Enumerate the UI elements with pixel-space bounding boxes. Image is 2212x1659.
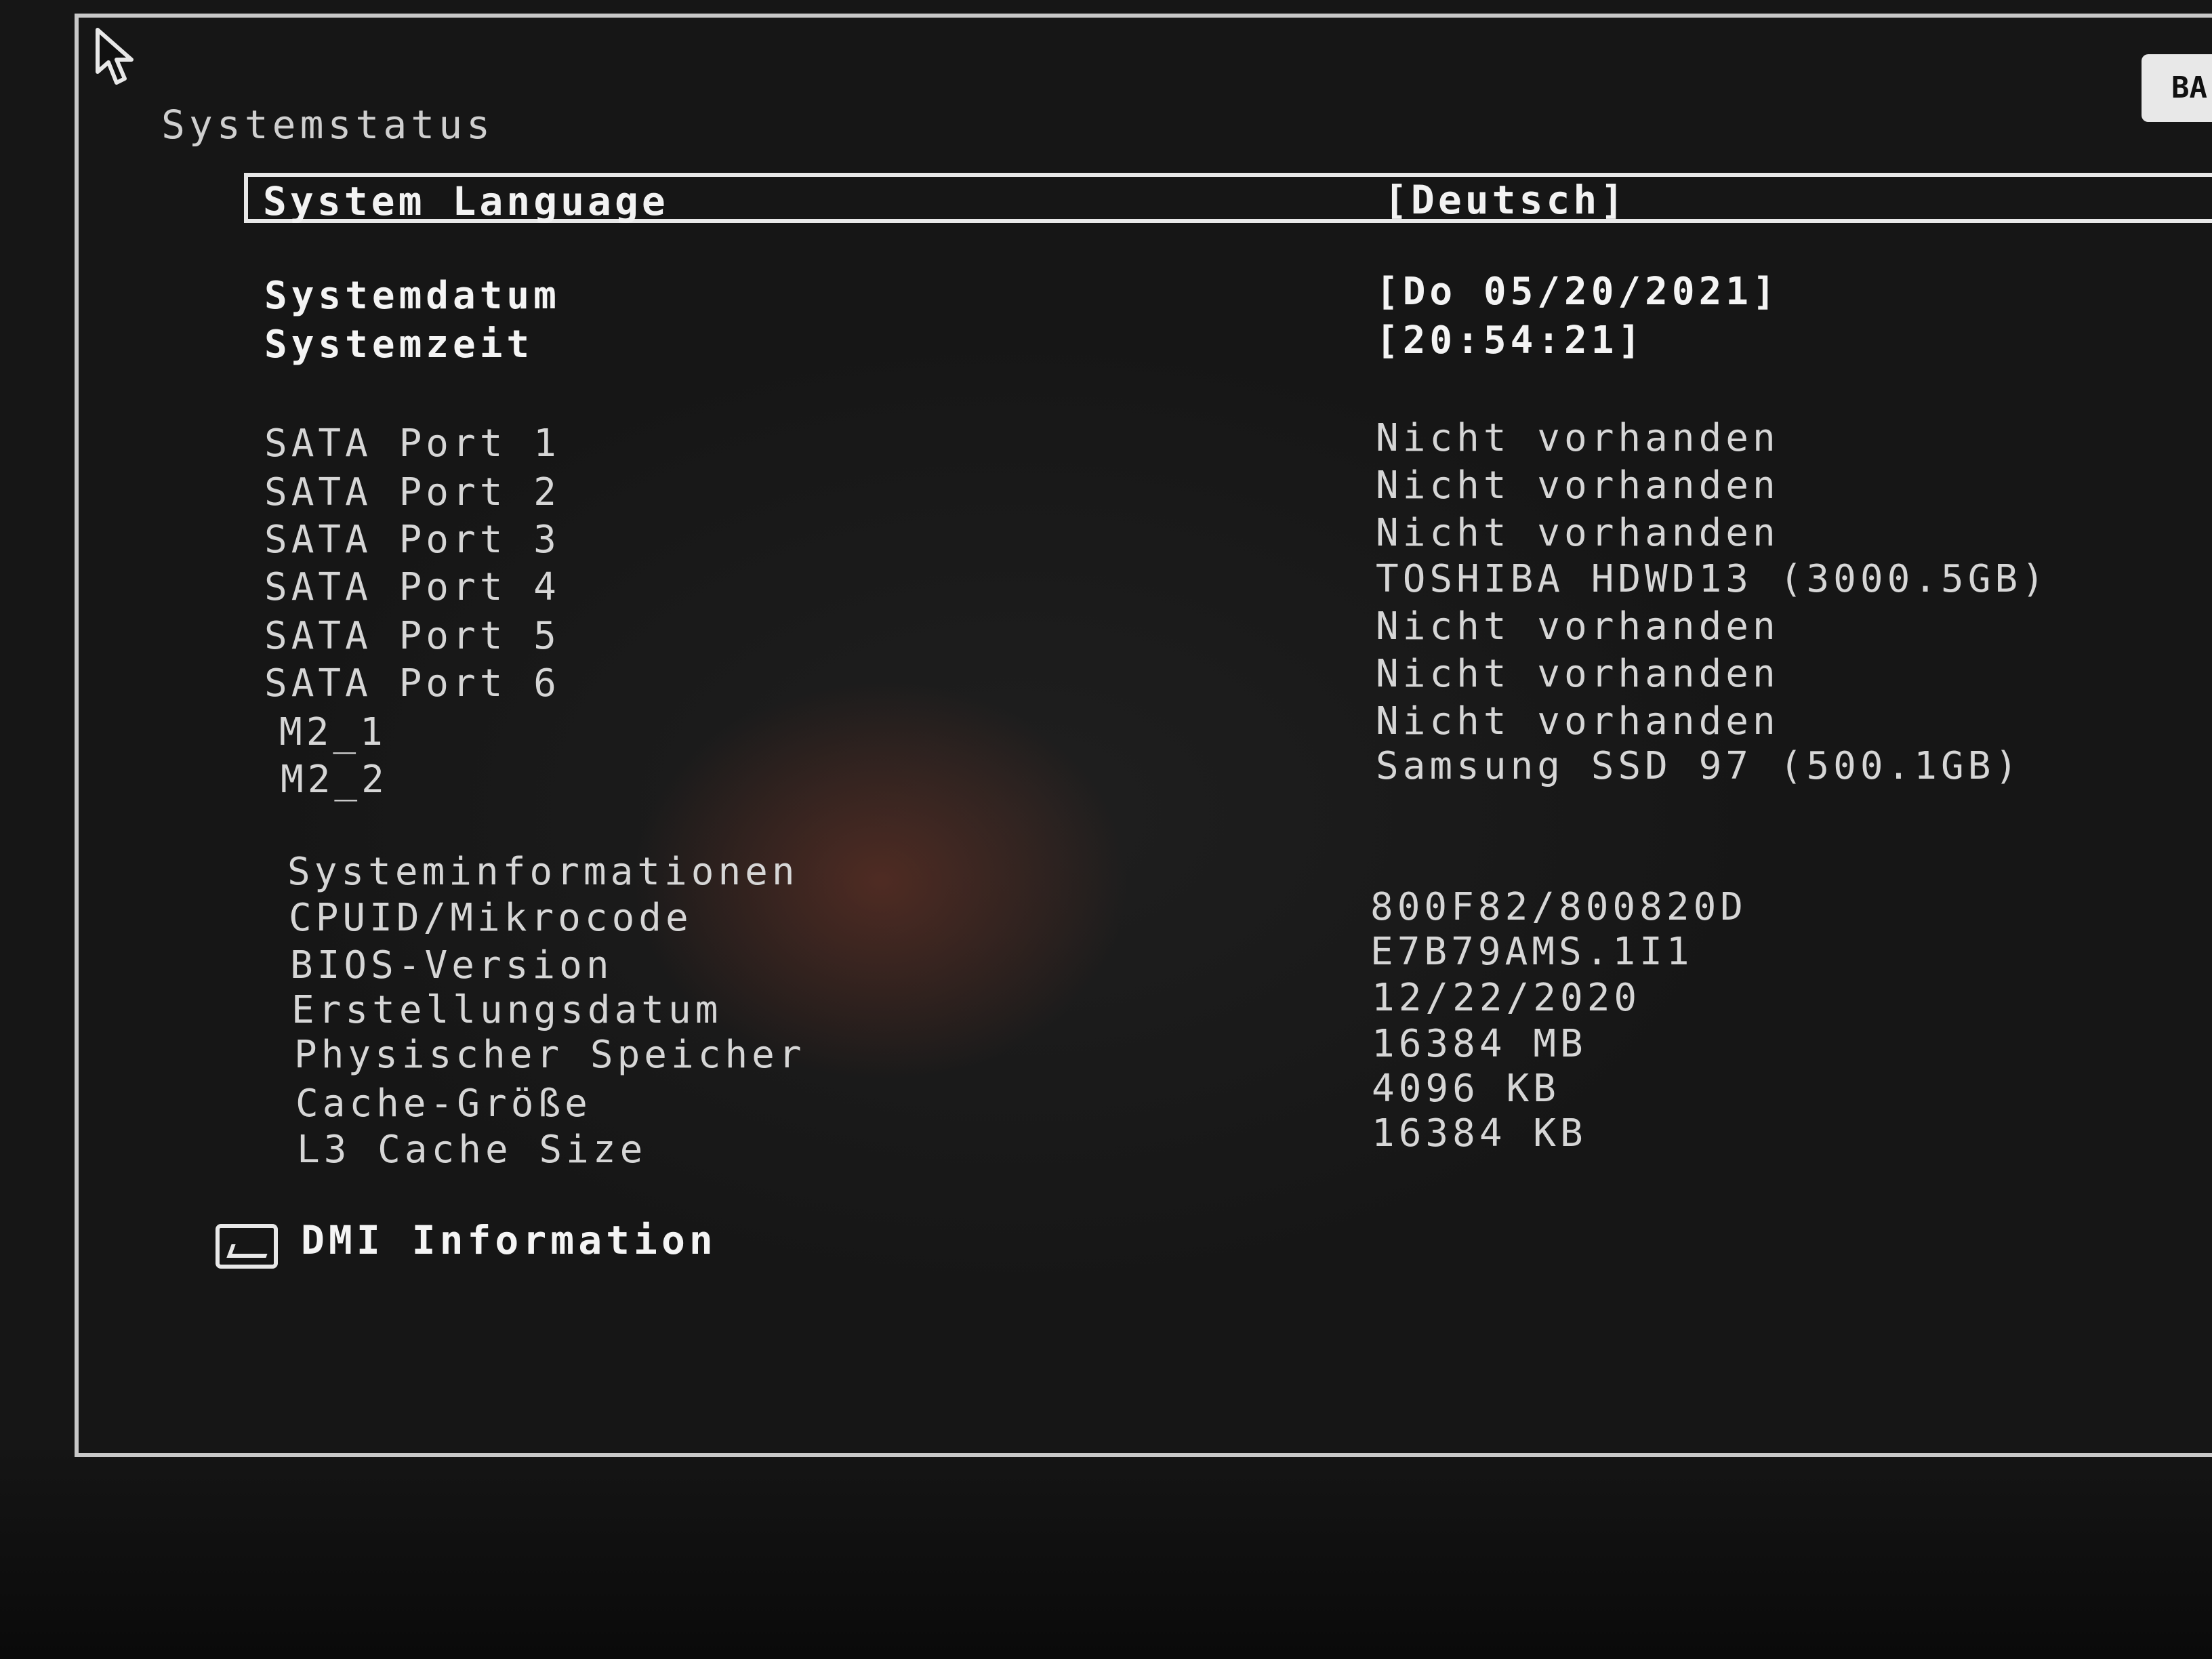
system-language-value[interactable]: [Deutsch] xyxy=(1384,177,1627,223)
port-value-sata3: Nicht vorhanden xyxy=(1376,511,1780,555)
submenu-icon[interactable] xyxy=(216,1224,278,1269)
port-value-sata5: Nicht vorhanden xyxy=(1376,605,1780,649)
port-label-sata5: SATA Port 5 xyxy=(264,614,560,658)
sysinfo-label-bios-version: BIOS-Version xyxy=(290,943,613,987)
port-value-m2-1: Nicht vorhanden xyxy=(1376,699,1780,743)
port-label-sata6: SATA Port 6 xyxy=(264,661,560,705)
port-value-sata2: Nicht vorhanden xyxy=(1376,464,1780,508)
port-value-m2-2: Samsung SSD 97 (500.1GB) xyxy=(1376,744,2022,788)
page-title: Systemstatus xyxy=(161,102,495,148)
sysinfo-value-build-date: 12/22/2020 xyxy=(1372,976,1641,1020)
port-label-sata4: SATA Port 4 xyxy=(264,565,560,609)
port-label-m2-1: M2_1 xyxy=(279,710,387,754)
system-language-row[interactable]: System Language [Deutsch] xyxy=(244,173,2212,224)
sysinfo-label-l3-cache: L3 Cache Size xyxy=(297,1128,647,1172)
sysinfo-label-cpuid: CPUID/Mikrocode xyxy=(289,896,693,940)
mouse-cursor-icon xyxy=(96,28,134,85)
port-value-sata6: Nicht vorhanden xyxy=(1376,652,1780,696)
system-language-label: System Language xyxy=(263,178,669,224)
sysinfo-value-bios-version: E7B79AMS.1I1 xyxy=(1370,930,1694,974)
system-time-label: Systemzeit xyxy=(264,323,534,367)
system-date-value[interactable]: [Do 05/20/2021] xyxy=(1376,270,1780,314)
sysinfo-label-cache-size: Cache-Größe xyxy=(295,1082,592,1126)
system-time-value[interactable]: [20:54:21] xyxy=(1376,319,1645,363)
port-label-m2-2: M2_2 xyxy=(281,758,388,802)
top-right-tab-button[interactable]: BA xyxy=(2142,54,2212,122)
port-label-sata3: SATA Port 3 xyxy=(264,518,560,562)
sysinfo-value-l3-cache: 16384 KB xyxy=(1372,1111,1587,1155)
monitor-bezel xyxy=(0,1450,2212,1659)
sysinfo-heading: Systeminformationen xyxy=(287,850,799,894)
system-date-label: Systemdatum xyxy=(264,274,560,318)
sysinfo-value-cpuid: 800F82/800820D xyxy=(1370,885,1748,929)
port-value-sata1: Nicht vorhanden xyxy=(1376,416,1780,460)
sysinfo-value-cache-size: 4096 KB xyxy=(1372,1067,1561,1111)
sysinfo-label-physical-memory: Physischer Speicher xyxy=(294,1033,806,1077)
dmi-information-link[interactable]: DMI Information xyxy=(301,1217,717,1263)
sysinfo-label-build-date: Erstellungsdatum xyxy=(291,988,722,1032)
sysinfo-value-physical-memory: 16384 MB xyxy=(1372,1022,1587,1066)
port-label-sata2: SATA Port 2 xyxy=(264,470,560,514)
port-label-sata1: SATA Port 1 xyxy=(264,422,560,466)
port-value-sata4: TOSHIBA HDWD13 (3000.5GB) xyxy=(1376,557,2049,601)
